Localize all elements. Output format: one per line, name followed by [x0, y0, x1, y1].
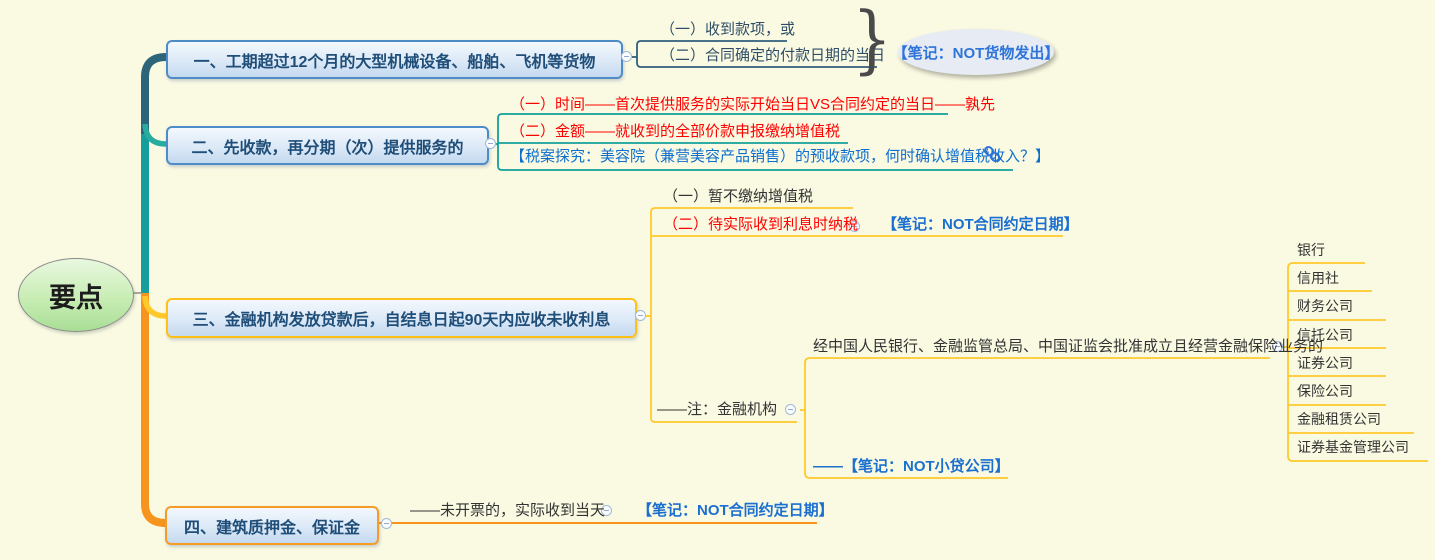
branch4-collapse-icon[interactable]	[381, 518, 392, 529]
branch3-topic[interactable]: 三、金融机构发放贷款后，自结息日起90天内应收未收利息	[166, 298, 637, 338]
root-topic[interactable]: 要点	[18, 258, 134, 332]
branch1-child1[interactable]: （一）收到款项，或	[660, 22, 795, 38]
branch3-child2-note[interactable]: 【笔记：NOT合同约定日期】	[882, 217, 1079, 233]
financial-orgs-topic[interactable]: 经中国人民银行、金融监管总局、中国证监会批准成立且经营金融保险业务的	[813, 339, 1323, 355]
branch2-collapse-icon[interactable]	[485, 138, 496, 149]
bank-item-3[interactable]: 财务公司	[1297, 298, 1353, 314]
branch1-collapse-icon[interactable]	[621, 51, 632, 62]
brace-glyph: }	[852, 6, 886, 74]
bank-item-2[interactable]: 信用社	[1297, 270, 1339, 286]
trunk-top-segment	[145, 57, 166, 140]
trunk-bottom-segment	[145, 293, 166, 523]
branch2-child2[interactable]: （二）金额——就收到的全部价款申报缴纳增值税	[510, 124, 840, 140]
branch4-child1[interactable]: ——未开票的，实际收到当天	[410, 503, 605, 519]
branch3-small-loan-note[interactable]: ——【笔记：NOT小贷公司】	[813, 459, 1010, 475]
branch3-child1[interactable]: （一）暂不缴纳增值税	[663, 189, 813, 205]
branch3-child3[interactable]: ——注：金融机构	[657, 402, 777, 418]
branch2-child3-hyperlink[interactable]: 【税案探究：美容院（兼营美容产品销售）的预收款项，何时确认增值税收入？】	[510, 149, 1050, 165]
bank-item-4[interactable]: 信托公司	[1297, 327, 1353, 343]
connector-lines	[0, 0, 1435, 560]
branch3-curve	[145, 296, 166, 316]
branch1-topic[interactable]: 一、工期超过12个月的大型机械设备、船舶、飞机等货物	[166, 40, 623, 79]
branch3-child2[interactable]: （二）待实际收到利息时纳税	[663, 217, 858, 233]
branch1-note-bubble[interactable]: 【笔记：NOT货物发出】	[898, 29, 1054, 75]
bank-item-5[interactable]: 证券公司	[1297, 355, 1353, 371]
branch3-note-topic-collapse-icon[interactable]	[785, 404, 796, 415]
bank-item-1[interactable]: 银行	[1297, 242, 1325, 258]
bank-item-8[interactable]: 证券基金管理公司	[1297, 439, 1409, 455]
bank-item-7[interactable]: 金融租赁公司	[1297, 411, 1381, 427]
branch3-collapse-icon[interactable]	[635, 310, 646, 321]
branch2-child1[interactable]: （一）时间——首次提供服务的实际开始当日VS合同约定的当日——孰先	[510, 97, 995, 113]
bank-item-6[interactable]: 保险公司	[1297, 383, 1353, 399]
branch2-topic[interactable]: 二、先收款，再分期（次）提供服务的	[166, 126, 489, 165]
branch4-child1-note[interactable]: 【笔记：NOT合同约定日期】	[637, 503, 834, 519]
branch4-topic[interactable]: 四、建筑质押金、保证金	[165, 506, 379, 545]
hyperlink-icon[interactable]	[982, 144, 1002, 164]
mindmap-canvas: 要点 一、工期超过12个月的大型机械设备、船舶、飞机等货物 二、先收款，再分期（…	[0, 0, 1435, 560]
branch2-curve	[145, 124, 166, 144]
